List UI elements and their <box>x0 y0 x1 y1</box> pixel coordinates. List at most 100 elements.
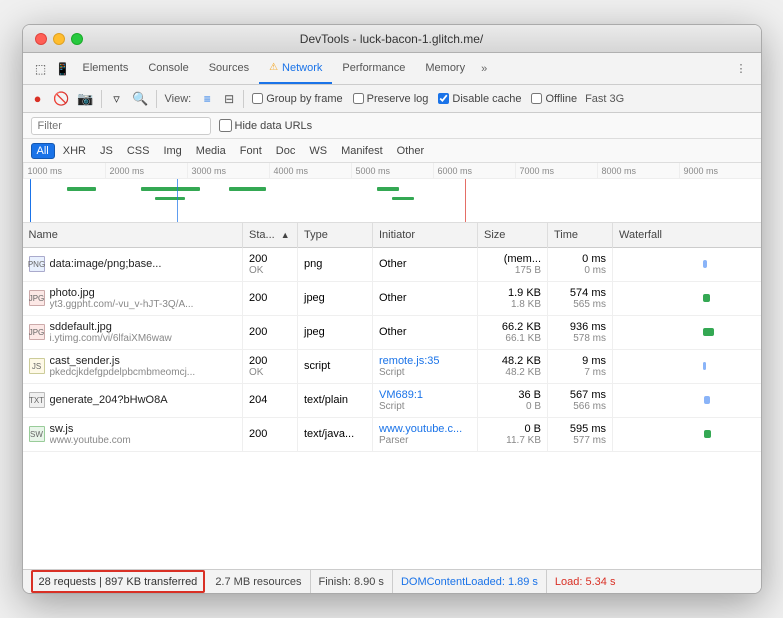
titlebar: DevTools - luck-bacon-1.glitch.me/ <box>23 25 761 53</box>
time-9000: 9000 ms <box>679 163 761 178</box>
type-filter-other[interactable]: Other <box>391 143 431 159</box>
resources-size: 2.7 MB resources <box>207 570 310 593</box>
col-header-time[interactable]: Time <box>548 223 613 247</box>
wf-bar-2 <box>141 187 200 191</box>
file-icon-1: JPG <box>29 290 45 306</box>
inspect-icon[interactable]: ⬚ <box>31 59 51 79</box>
tab-network[interactable]: ⚠ Network <box>259 53 332 84</box>
col-header-initiator[interactable]: Initiator <box>373 223 478 247</box>
col-header-name[interactable]: Name <box>23 223 243 247</box>
minimize-button[interactable] <box>53 33 65 45</box>
wf-row-bar-4 <box>704 396 709 404</box>
preserve-log-label[interactable]: Preserve log <box>353 93 429 105</box>
col-header-status[interactable]: Sta... ▲ <box>243 223 298 247</box>
cell-status-1: 200 <box>243 281 298 315</box>
close-button[interactable] <box>35 33 47 45</box>
type-filter-doc[interactable]: Doc <box>270 143 302 159</box>
cell-initiator-3: remote.js:35 Script <box>373 349 478 383</box>
type-filter-ws[interactable]: WS <box>303 143 333 159</box>
separator <box>101 90 102 108</box>
tab-console[interactable]: Console <box>138 53 198 84</box>
devtools-settings-button[interactable]: ⋮ <box>730 53 753 84</box>
throttle-label: Fast 3G <box>585 93 624 105</box>
group-by-frame-label[interactable]: Group by frame <box>252 93 342 105</box>
tab-memory[interactable]: Memory <box>415 53 475 84</box>
col-header-size[interactable]: Size <box>478 223 548 247</box>
table-row[interactable]: PNG data:image/png;base... 200 OK png Ot… <box>23 247 761 281</box>
wf-row-bar-5 <box>704 430 711 438</box>
type-filter-media[interactable]: Media <box>190 143 232 159</box>
tabs-overflow[interactable]: » <box>475 53 493 84</box>
col-header-type[interactable]: Type <box>298 223 373 247</box>
table-row[interactable]: TXT generate_204?bHwO8A 204 text/plain V… <box>23 383 761 417</box>
initiator-text-0: Other <box>379 258 471 270</box>
load-time: Load: 5.34 s <box>547 570 624 593</box>
initiator-sub-5: Parser <box>379 435 471 446</box>
status-code-5: 200 <box>249 428 291 440</box>
hide-data-urls-label[interactable]: Hide data URLs <box>219 119 313 132</box>
view-tree-button[interactable]: ⊟ <box>219 90 239 108</box>
clear-button[interactable]: 🚫 <box>51 88 73 110</box>
offline-checkbox[interactable] <box>531 93 542 104</box>
cell-waterfall-3 <box>613 349 761 383</box>
cell-size-2: 66.2 KB 66.1 KB <box>478 315 548 349</box>
record-button[interactable]: ● <box>27 88 49 110</box>
cell-type-5: text/java... <box>298 417 373 451</box>
cell-size-3: 48.2 KB 48.2 KB <box>478 349 548 383</box>
device-icon[interactable]: 📱 <box>53 59 73 79</box>
hide-data-urls-checkbox[interactable] <box>219 119 232 132</box>
status-sub-0: OK <box>249 265 291 276</box>
requests-table-container[interactable]: Name Sta... ▲ Type Initiator Size Time W… <box>23 223 761 569</box>
cell-initiator-4: VM689:1 Script <box>373 383 478 417</box>
time-4000: 4000 ms <box>269 163 351 178</box>
name-secondary-5: www.youtube.com <box>50 435 131 446</box>
search-button[interactable]: 🔍 <box>130 88 152 110</box>
cell-waterfall-4 <box>613 383 761 417</box>
type-filter-font[interactable]: Font <box>234 143 268 159</box>
disable-cache-checkbox[interactable] <box>438 93 449 104</box>
table-row[interactable]: JPG sddefault.jpg i.ytimg.com/vi/6lfaiXM… <box>23 315 761 349</box>
table-row[interactable]: JS cast_sender.js pkedcjkdefgpdelpbcmbme… <box>23 349 761 383</box>
col-header-waterfall[interactable]: Waterfall <box>613 223 761 247</box>
tab-elements[interactable]: Elements <box>73 53 139 84</box>
time-primary-1: 574 ms <box>554 287 606 299</box>
tab-performance[interactable]: Performance <box>332 53 415 84</box>
type-filter-css[interactable]: CSS <box>121 143 156 159</box>
cell-time-5: 595 ms 577 ms <box>548 417 613 451</box>
name-primary-0: data:image/png;base... <box>50 258 162 270</box>
maximize-button[interactable] <box>71 33 83 45</box>
disable-cache-label[interactable]: Disable cache <box>438 93 521 105</box>
cell-initiator-2: Other <box>373 315 478 349</box>
waterfall-bars-area[interactable] <box>23 179 761 223</box>
view-list-button[interactable]: ≡ <box>197 90 217 108</box>
initiator-link-5[interactable]: www.youtube.c... <box>379 423 471 435</box>
type-filter-img[interactable]: Img <box>157 143 187 159</box>
filter-input[interactable] <box>31 117 211 135</box>
cell-type-0: png <box>298 247 373 281</box>
preserve-log-checkbox[interactable] <box>353 93 364 104</box>
group-by-frame-checkbox[interactable] <box>252 93 263 104</box>
vline-red <box>465 179 466 223</box>
time-7000: 7000 ms <box>515 163 597 178</box>
time-primary-4: 567 ms <box>554 389 606 401</box>
table-row[interactable]: JPG photo.jpg yt3.ggpht.com/-vu_v-hJT-3Q… <box>23 281 761 315</box>
table-row[interactable]: SW sw.js www.youtube.com 200 text/java..… <box>23 417 761 451</box>
cell-status-3: 200 OK <box>243 349 298 383</box>
cell-name-2: JPG sddefault.jpg i.ytimg.com/vi/6lfaiXM… <box>23 315 243 349</box>
initiator-link-3[interactable]: remote.js:35 <box>379 355 471 367</box>
wf-bar-4 <box>155 197 185 200</box>
type-filter-all[interactable]: All <box>31 143 55 159</box>
tab-sources[interactable]: Sources <box>199 53 259 84</box>
wf-row-bar-3 <box>703 362 706 370</box>
filter-button[interactable]: ▿ <box>106 88 128 110</box>
type-filter-xhr[interactable]: XHR <box>57 143 92 159</box>
size-primary-5: 0 B <box>484 423 541 435</box>
type-filter-js[interactable]: JS <box>94 143 119 159</box>
initiator-link-4[interactable]: VM689:1 <box>379 389 471 401</box>
name-secondary-3: pkedcjkdefgpdelpbcmbmeomcj... <box>50 367 196 378</box>
requests-count: 28 requests | 897 KB transferred <box>31 570 206 593</box>
offline-label[interactable]: Offline <box>531 93 577 105</box>
traffic-lights <box>35 33 83 45</box>
camera-button[interactable]: 📷 <box>75 88 97 110</box>
type-filter-manifest[interactable]: Manifest <box>335 143 389 159</box>
